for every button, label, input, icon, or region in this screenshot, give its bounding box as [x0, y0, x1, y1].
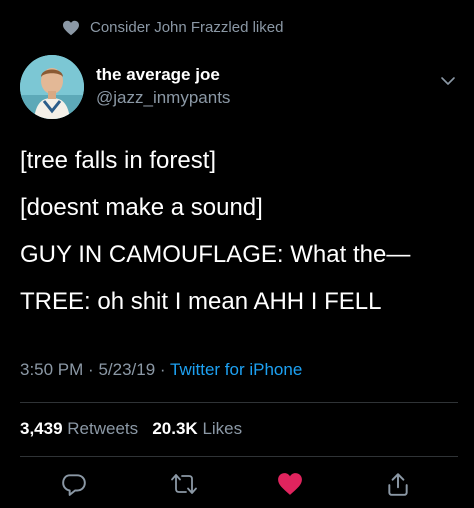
- likes-label: Likes: [202, 419, 243, 438]
- retweet-button[interactable]: [168, 468, 200, 500]
- user-handle[interactable]: @jazz_inmypants: [96, 88, 230, 108]
- tweet-header: the average joe @jazz_inmypants: [20, 55, 460, 121]
- tweet-line: TREE: oh shit I mean AHH I FELL: [20, 288, 382, 315]
- share-button[interactable]: [382, 468, 414, 500]
- chevron-down-icon[interactable]: [440, 73, 456, 91]
- tweet-text: [tree falls in forest] [doesnt make a so…: [20, 146, 460, 334]
- retweets-label: Retweets: [67, 419, 139, 438]
- share-icon: [388, 473, 408, 496]
- tweet-line: [tree falls in forest]: [20, 147, 217, 174]
- meta-separator: ·: [159, 360, 166, 379]
- retweet-icon: [171, 474, 197, 494]
- social-context[interactable]: Consider John Frazzled liked: [62, 19, 283, 36]
- divider: [20, 402, 458, 403]
- tweet-time: 3:50 PM: [20, 360, 84, 379]
- avatar[interactable]: [20, 55, 84, 119]
- reply-icon: [62, 474, 86, 496]
- heart-icon: [62, 20, 80, 36]
- divider: [20, 456, 458, 457]
- avatar-icon: [20, 55, 84, 119]
- meta-separator: ·: [88, 360, 94, 379]
- tweet-stats: 3,439 Retweets 20.3K Likes: [20, 419, 242, 439]
- reply-button[interactable]: [58, 468, 90, 500]
- tweet-date: 5/23/19: [98, 360, 156, 379]
- tweet-source-link[interactable]: Twitter for iPhone: [170, 360, 302, 379]
- action-bar: [0, 468, 474, 500]
- likes-stat[interactable]: 20.3K Likes: [152, 419, 242, 438]
- likes-count: 20.3K: [152, 419, 198, 438]
- social-context-text: Consider John Frazzled liked: [90, 19, 284, 36]
- retweets-count: 3,439: [20, 419, 63, 438]
- display-name[interactable]: the average joe: [96, 65, 220, 85]
- retweets-stat[interactable]: 3,439 Retweets: [20, 419, 143, 438]
- heart-icon: [278, 473, 302, 495]
- tweet-line: [doesnt make a sound]: [20, 194, 263, 221]
- like-button[interactable]: [274, 468, 306, 500]
- tweet-line: GUY IN CAMOUFLAGE: What the—: [20, 241, 411, 268]
- tweet-meta: 3:50 PM · 5/23/19 · Twitter for iPhone: [20, 360, 302, 380]
